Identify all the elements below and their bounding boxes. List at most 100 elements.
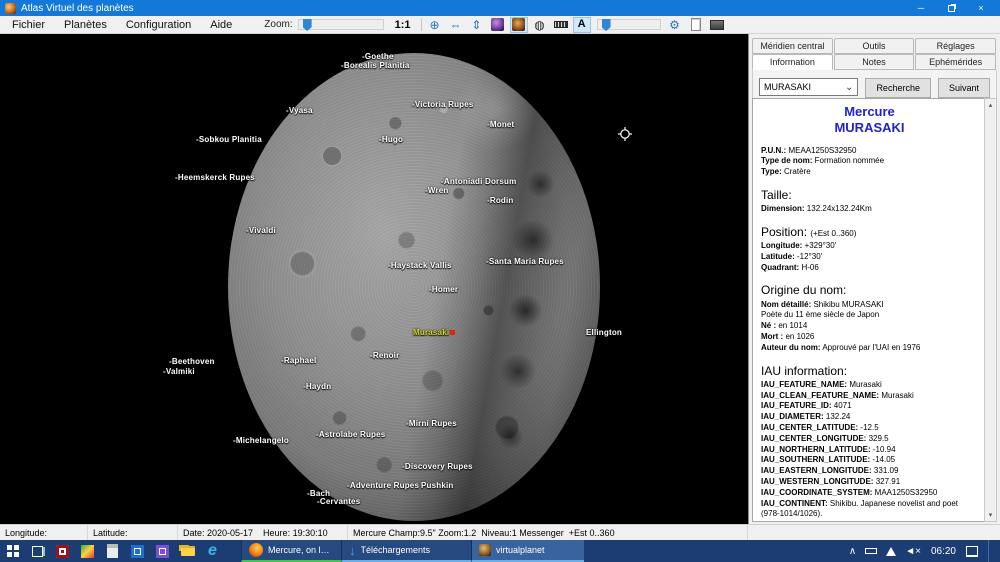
taskbar-app-firefox[interactable]: Mercure, on lâche pa... (241, 540, 341, 562)
tray-chevron-icon[interactable]: ∧ (849, 546, 856, 557)
menu-item[interactable]: Aide (202, 19, 240, 31)
info-scrollbar[interactable]: ▴ ▾ (984, 98, 997, 522)
feature-search-combobox[interactable]: MURASAKI ⌄ (759, 78, 859, 96)
next-button[interactable]: Suivant (937, 78, 990, 98)
map-label[interactable]: Murasaki (413, 328, 456, 337)
calculator-icon[interactable] (100, 540, 125, 562)
map-label[interactable]: -Mirni Rupes (406, 419, 457, 428)
wifi-icon[interactable] (886, 546, 897, 556)
menu-item[interactable]: Fichier (4, 19, 53, 31)
planet-texture-icon[interactable] (489, 17, 507, 33)
zoom-slider[interactable] (297, 19, 384, 31)
label-density-thumb[interactable] (601, 19, 611, 31)
info-line: IAU_CENTER_LATITUDE: -12.5 (761, 423, 879, 432)
planet-mercury[interactable] (228, 53, 600, 521)
map-label[interactable]: -Michelangelo (233, 436, 289, 445)
minimize-button[interactable]: ─ (906, 0, 936, 16)
tab-meridien-central[interactable]: Méridien central (752, 38, 833, 54)
panel-tabs-row1: Méridien central Outils Réglages (752, 38, 997, 54)
globe-grid-icon[interactable]: ◍ (531, 17, 549, 33)
file-explorer-icon[interactable] (175, 540, 200, 562)
scroll-down-icon[interactable]: ▾ (989, 511, 993, 519)
map-label[interactable]: -Wren (425, 186, 449, 195)
map-label[interactable]: -Rodin (487, 196, 514, 205)
photo-viewer-icon[interactable] (150, 540, 175, 562)
map-label[interactable]: -Haystack Vallis (388, 261, 452, 270)
info-feature-title: MURASAKI (834, 120, 905, 136)
section-heading: Position: (+Est 0..360) (761, 224, 857, 239)
settings-gear-icon[interactable]: ⚙ (666, 17, 684, 33)
menu-item[interactable]: Planètes (56, 19, 115, 31)
map-label[interactable]: -Monet (487, 120, 514, 129)
map-label[interactable]: -Raphael (281, 356, 316, 365)
label-density-slider[interactable] (596, 19, 661, 31)
flip-horizontal-icon[interactable]: ⇔ (447, 17, 465, 33)
start-button[interactable] (0, 540, 25, 562)
ruler-icon[interactable] (552, 17, 570, 33)
map-label[interactable]: -Vivaldi (246, 226, 276, 235)
statusbar-segment: Latitude: (88, 525, 178, 540)
scroll-up-icon[interactable]: ▴ (989, 101, 993, 109)
map-label[interactable]: -Sobkou Planitia (196, 135, 262, 144)
tab-ephemerides[interactable]: Ephémérides (915, 54, 997, 70)
tab-reglages[interactable]: Réglages (915, 38, 997, 54)
clock[interactable]: 06:20 (931, 546, 956, 557)
planet-map[interactable]: -Goethe -Borealis Planitia -Victoria Rup… (0, 34, 748, 524)
recenter-globe-icon[interactable]: ⊕ (426, 17, 444, 33)
flip-vertical-icon[interactable]: ⇕ (468, 17, 486, 33)
map-label[interactable]: -Homer (429, 285, 458, 294)
map-label[interactable]: -Valmiki (163, 367, 195, 376)
chevron-down-icon[interactable]: ⌄ (845, 82, 853, 93)
map-label[interactable]: -Heemskerck Rupes (175, 173, 255, 182)
action-center-icon[interactable] (966, 545, 978, 557)
map-label[interactable]: -Astrolabe Rupes (316, 430, 385, 439)
map-label[interactable]: -Hugo (379, 135, 403, 144)
map-label[interactable]: -Renoir (370, 351, 399, 360)
map-label[interactable]: -Antoniadi Dorsum (441, 177, 516, 186)
photos-app-icon[interactable] (75, 540, 100, 562)
show-desktop-button[interactable] (988, 540, 992, 562)
labels-toggle-button[interactable]: A (572, 16, 591, 33)
close-button[interactable]: × (966, 0, 996, 16)
map-label[interactable]: Pushkin (421, 481, 454, 490)
battery-icon[interactable] (865, 548, 878, 554)
zoom-ratio-label: 1:1 (394, 18, 411, 31)
search-button[interactable]: Recherche (865, 78, 931, 98)
menu-item[interactable]: Configuration (118, 19, 199, 31)
map-label[interactable]: -Discovery Rupes (402, 462, 473, 471)
info-line: IAU_FEATURE_NAME: Murasaki (761, 379, 882, 389)
planet-terminator-shading (228, 53, 600, 521)
map-label[interactable]: -Victoria Rupes (412, 100, 474, 109)
restore-button[interactable] (936, 0, 966, 16)
store-app-icon[interactable] (125, 540, 150, 562)
zoom-slider-thumb[interactable] (302, 19, 312, 31)
tab-information[interactable]: Information (752, 54, 833, 70)
tab-outils[interactable]: Outils (833, 38, 915, 54)
menu-items: Fichier Planètes Configuration Aide (4, 19, 240, 31)
info-section: IAU information: IAU_FEATURE_NAME: Muras… (761, 363, 978, 521)
map-label[interactable]: -Goethe (362, 52, 394, 61)
task-view-icon[interactable] (25, 540, 50, 562)
map-label[interactable]: -Santa Maria Rupes (486, 257, 564, 266)
acrobat-icon[interactable] (50, 540, 75, 562)
map-label[interactable]: -Vyasa (286, 106, 313, 115)
planet-photo-icon[interactable] (509, 16, 528, 33)
map-label[interactable]: -Haydn (303, 382, 331, 391)
map-label[interactable]: -Beethoven (169, 357, 215, 366)
map-label[interactable]: -Borealis Planitia (341, 61, 410, 70)
new-document-icon[interactable] (687, 17, 705, 33)
map-label[interactable]: -Adventure Rupes (347, 481, 419, 490)
statusbar-segment: Date: 2020-05-17 Heure: 19:30:10 (178, 525, 348, 540)
taskbar-app-virtualplanet[interactable]: virtualplanet (471, 540, 584, 562)
info-line: IAU_DIAMETER: 132.24 (761, 412, 851, 422)
toolbar-icons-right: ⚙ (666, 17, 726, 33)
edge-icon[interactable]: e (200, 540, 225, 562)
map-label[interactable]: -Cervantes (317, 497, 360, 506)
capture-image-icon[interactable] (708, 17, 726, 33)
map-label[interactable]: Ellington (586, 328, 622, 337)
tab-notes[interactable]: Notes (833, 54, 915, 70)
volume-muted-icon[interactable]: ◄× (905, 546, 921, 557)
taskbar-app-downloads[interactable]: ↓ Téléchargements (341, 540, 471, 562)
info-line: Dimension: 132.24x132.24Km (761, 204, 872, 214)
statusbar-segment: Longitude: (0, 525, 88, 540)
